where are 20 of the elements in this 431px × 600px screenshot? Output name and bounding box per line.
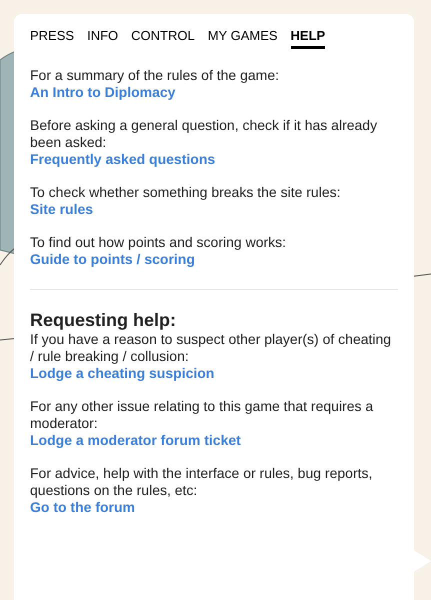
help-link[interactable]: Site rules	[30, 201, 94, 218]
nav-tab[interactable]: MY GAMES	[208, 28, 278, 49]
help-text: For advice, help with the interface or rules, bug reports, questions on the rules, etc:	[30, 465, 374, 499]
help-text: Before asking a general question, check if it has already been asked:	[30, 117, 378, 151]
section-heading: Requesting help:	[30, 309, 178, 331]
nav-tab[interactable]: INFO	[87, 28, 118, 49]
help-link[interactable]: Guide to points / scoring	[30, 251, 195, 268]
nav-tab[interactable]: CONTROL	[131, 28, 195, 49]
help-text: If you have a reason to suspect other player(s) of cheating / rule breaking / collusion:	[30, 331, 392, 365]
help-link[interactable]: An Intro to Diplomacy	[30, 84, 176, 101]
help-text: For a summary of the rules of the game:	[30, 67, 280, 84]
help-text: To check whether something breaks the site rules:	[30, 184, 342, 201]
help-link[interactable]: Go to the forum	[30, 499, 135, 516]
help-text: To find out how points and scoring works:	[30, 234, 288, 251]
nav-tab[interactable]: HELP	[290, 28, 326, 49]
help-link[interactable]: Frequently asked questions	[30, 151, 216, 168]
help-link[interactable]: Lodge a cheating suspicion	[30, 365, 214, 382]
help-text: For any other issue relating to this game that requires a moderator:	[30, 398, 374, 432]
nav-tab[interactable]: PRESS	[30, 28, 74, 49]
help-link[interactable]: Lodge a moderator forum ticket	[30, 432, 241, 449]
